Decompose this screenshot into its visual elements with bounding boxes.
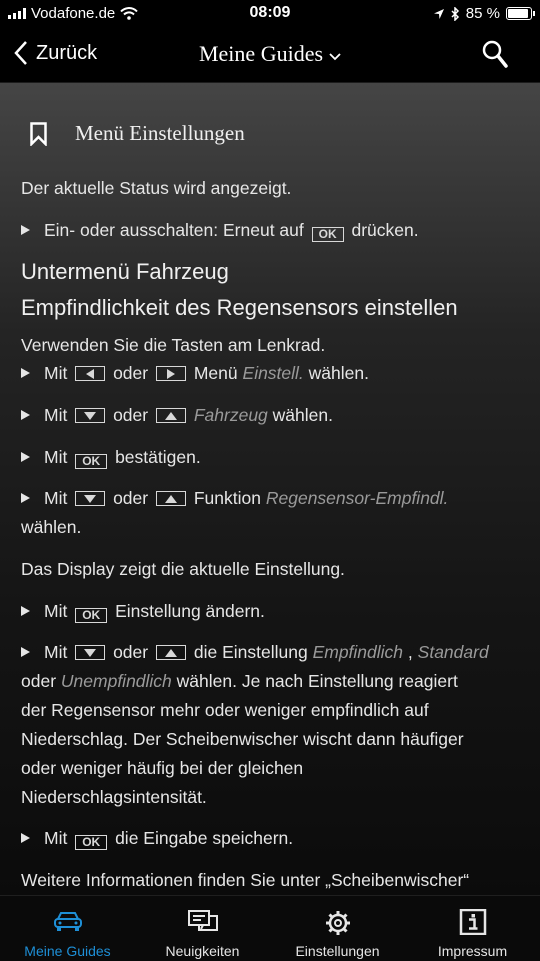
battery-percent: 85 % (465, 5, 500, 22)
bullet-continuation: Niederschlag. Der Scheibenwischer wischt… (21, 729, 464, 749)
paragraph: Der aktuelle Status wird angezeigt. (21, 178, 292, 198)
paragraph: Weitere Informationen finden Sie unter „… (21, 870, 470, 890)
battery-icon (506, 7, 535, 20)
tab-label: Impressum (437, 943, 508, 959)
bullet-item: Mit OK bestätigen. (21, 447, 201, 469)
right-key-icon (155, 366, 186, 381)
status-bar: Vodafone.de 08:09 85 % (0, 0, 540, 28)
bullet-item: Mit oder Menü Einstell. wählen. (21, 363, 369, 384)
tab-label: Einstellungen (295, 943, 380, 959)
gear-icon (325, 911, 350, 935)
bullet-continuation: der Regensensor mehr oder weniger empfin… (21, 700, 429, 720)
ok-key-icon: OK (75, 608, 108, 623)
guides-dropdown[interactable]: Meine Guides (0, 41, 540, 67)
tab-meine-guides[interactable]: Meine Guides (0, 896, 135, 961)
bullet-icon (21, 225, 30, 235)
status-right: 85 % (433, 5, 535, 22)
section-title: Menü Einstellungen (75, 121, 245, 145)
bullet-icon (21, 368, 30, 378)
ok-key-icon: OK (75, 454, 108, 469)
tab-neuigkeiten[interactable]: Neuigkeiten (135, 896, 270, 961)
tab-label: Neuigkeiten (165, 943, 240, 959)
subheading: Empfindlichkeit des Regensensors einstel… (21, 295, 458, 320)
info-icon (459, 909, 486, 935)
bullet-icon (21, 606, 30, 616)
bullet-continuation: oder weniger häufig bei der gleichen (21, 758, 304, 778)
bullet-item: Mit oder die Einstellung Empfindlich , S… (21, 642, 489, 663)
bullet-icon (21, 647, 30, 657)
subheading: Untermenü Fahrzeug (21, 259, 229, 284)
tab-einstellungen[interactable]: Einstellungen (270, 896, 405, 961)
up-key-icon (155, 645, 186, 660)
bullet-icon (21, 452, 30, 462)
paragraph: Verwenden Sie die Tasten am Lenkrad. (21, 335, 326, 355)
search-icon (482, 40, 508, 68)
bullet-item: Mit OK die Eingabe speichern. (21, 828, 293, 850)
down-key-icon (75, 491, 106, 506)
bullet-item: Mit oder Fahrzeug wählen. (21, 405, 333, 426)
down-key-icon (75, 408, 106, 423)
tab-label: Meine Guides (24, 943, 111, 959)
section-header: Menü Einstellungen (30, 121, 245, 146)
up-key-icon (155, 491, 186, 506)
bookmark-icon[interactable] (30, 121, 47, 146)
tab-bar: Meine Guides Neuigkeiten Einstellungen I… (0, 895, 540, 961)
news-icon (187, 910, 218, 931)
bullet-continuation: oder Unempfindlich wählen. Je nach Einst… (21, 671, 458, 691)
navigation-bar: Zurück Meine Guides (0, 28, 540, 83)
down-key-icon (75, 645, 106, 660)
left-key-icon (75, 366, 106, 381)
bullet-icon (21, 833, 30, 843)
tab-impressum[interactable]: Impressum (405, 896, 540, 961)
bullet-continuation: wählen. (21, 517, 82, 537)
bluetooth-icon (451, 6, 459, 21)
search-button[interactable] (482, 40, 508, 73)
paragraph: Das Display zeigt die aktuelle Einstellu… (21, 559, 345, 579)
guide-content[interactable]: Menü Einstellungen Der aktuelle Status w… (0, 83, 540, 895)
bullet-continuation: Niederschlagsintensität. (21, 787, 207, 807)
bullet-item: Mit oder Funktion Regensensor-Empfindl. (21, 488, 448, 509)
bullet-item: Ein- oder ausschalten: Erneut auf OK drü… (21, 220, 419, 242)
chevron-down-icon (329, 53, 341, 61)
bullet-item: Mit OK Einstellung ändern. (21, 601, 265, 623)
location-icon (433, 8, 444, 19)
ok-key-icon: OK (75, 835, 108, 850)
bullet-icon (21, 493, 30, 503)
page-title: Meine Guides (198, 41, 324, 66)
bullet-icon (21, 410, 30, 420)
car-icon (53, 912, 82, 931)
ok-key-icon: OK (311, 227, 344, 242)
up-key-icon (155, 408, 186, 423)
